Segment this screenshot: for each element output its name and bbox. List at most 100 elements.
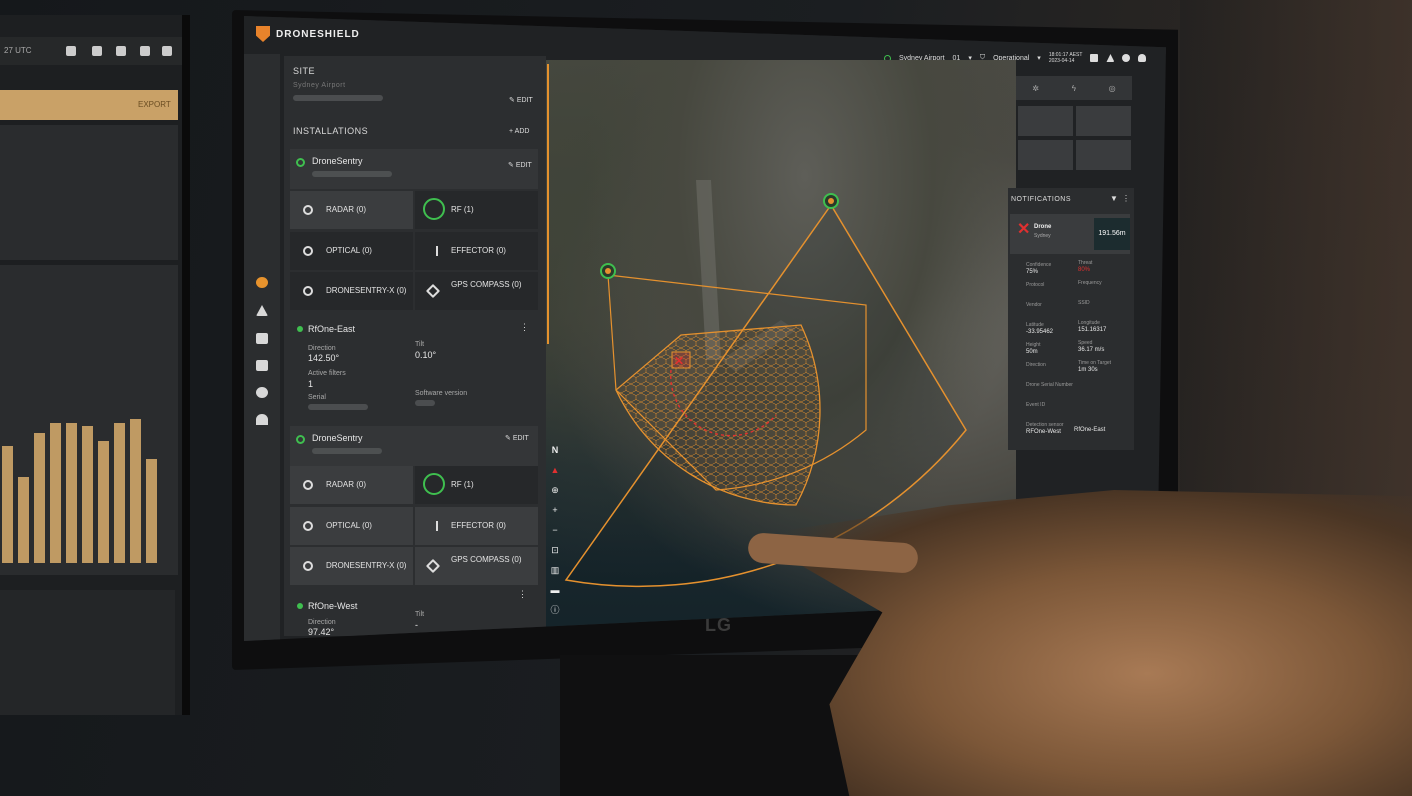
locate-icon[interactable]: ⊕ — [548, 480, 562, 500]
control-tabs: ✲ ϟ ◎ — [1016, 76, 1132, 100]
sensor-label: DRONESENTRY-X (0) — [326, 286, 407, 295]
add-label: ADD — [514, 128, 530, 135]
alert-search-icon[interactable] — [256, 305, 268, 316]
fingerprint-tab-icon[interactable]: ◎ — [1109, 84, 1116, 93]
sensor-tile-optical[interactable]: OPTICAL (0) — [290, 507, 413, 545]
settings-icon[interactable] — [140, 46, 150, 56]
rf-sensor-card-east[interactable]: RfOne-East ⋮ Direction 142.50° Tilt 0.10… — [290, 314, 538, 426]
sensor-tile-radar[interactable]: RADAR (0) — [290, 466, 413, 504]
screenshot-icon[interactable]: ⊡ — [548, 540, 562, 560]
rf-icon — [423, 473, 445, 495]
rf-icon — [423, 198, 445, 220]
secondary-monitor: 27 UTC EXPORT — [0, 15, 190, 715]
chart-bar — [50, 423, 61, 563]
frequency-label: Frequency — [1078, 280, 1102, 286]
installation-name: DroneSentry — [312, 433, 363, 443]
export-button[interactable]: EXPORT — [0, 90, 178, 120]
more-icon[interactable]: ⋮ — [518, 589, 527, 600]
secondary-bar-chart — [0, 383, 172, 563]
longitude-label: Longitude — [1078, 320, 1100, 326]
optical-icon — [303, 246, 313, 256]
right-panel: ✲ ϟ ◎ NOTIFICATIONS ▼ ⋮ ✕ Drone Sydney 1… — [1008, 60, 1166, 480]
map-icon[interactable] — [256, 333, 268, 344]
map-layers-icon[interactable]: ▥ — [548, 560, 562, 580]
alert-icon[interactable] — [92, 46, 102, 56]
time-on-target-value: 1m 30s — [1078, 367, 1098, 373]
longitude-value: 151.16317 — [1078, 327, 1107, 333]
brand-name: DRONESHIELD — [276, 28, 360, 40]
camera-icon[interactable] — [256, 360, 268, 371]
chart-bar — [146, 459, 157, 563]
confidence-value: 75% — [1026, 269, 1039, 275]
sensor-tile-dronesentry-x[interactable]: DRONESENTRY-X (0) — [290, 272, 413, 310]
chart-bar — [98, 441, 109, 563]
help-icon[interactable] — [66, 46, 76, 56]
serial-number-label: Drone Serial Number — [1026, 382, 1073, 388]
drone-threat-icon: ✕ — [1017, 221, 1031, 238]
sensor-label: GPS COMPASS (0) — [451, 280, 522, 289]
wifi-icon[interactable] — [256, 414, 268, 425]
sensor-tile-optical[interactable]: OPTICAL (0) — [290, 232, 413, 270]
compass-arrow-icon[interactable]: ▲ — [548, 460, 562, 480]
chart-bar — [34, 433, 45, 563]
user-icon[interactable] — [162, 46, 172, 56]
effector-tab-icon[interactable]: ϟ — [1072, 84, 1076, 93]
notification-distance: 191.56m — [1094, 218, 1130, 250]
pie-chart-icon[interactable] — [256, 387, 268, 398]
sensor-tile-effector[interactable]: EFFECTOR (0) — [415, 507, 538, 545]
latitude-label: Latitude — [1026, 322, 1044, 328]
filters-value: 1 — [308, 379, 314, 389]
installation-coordinates — [312, 448, 382, 454]
chart-bar — [18, 477, 29, 563]
more-icon[interactable]: ⋮ — [520, 322, 529, 333]
notification-card[interactable]: ✕ Drone Sydney 191.56m — [1010, 214, 1130, 254]
settings-icon[interactable] — [256, 277, 268, 288]
edit-label: EDIT — [512, 435, 529, 442]
sensor-tile-rf[interactable]: RF (1) — [415, 466, 538, 504]
height-value: 50m — [1026, 349, 1038, 355]
chart-bar — [66, 423, 77, 563]
serial-value — [308, 404, 368, 410]
edit-installation-button[interactable]: ✎ EDIT — [508, 161, 532, 169]
installation-header[interactable]: DroneSentry ✎ EDIT — [290, 149, 538, 189]
sensor-tile-radar[interactable]: RADAR (0) — [290, 191, 413, 229]
edit-installation-button[interactable]: ✎ EDIT — [505, 434, 529, 442]
edit-label: EDIT — [515, 162, 532, 169]
drone-x-icon: ✕ — [674, 354, 684, 368]
notification-title: Drone — [1034, 224, 1052, 230]
status-dot — [297, 603, 303, 609]
control-button[interactable] — [1018, 140, 1073, 170]
control-button[interactable] — [1076, 106, 1131, 136]
zoom-out-button[interactable]: − — [548, 520, 562, 540]
sensor-label: RF (1) — [451, 480, 474, 489]
ruler-icon[interactable]: ▬ — [548, 580, 562, 600]
document-icon[interactable] — [116, 46, 126, 56]
notifications-title: NOTIFICATIONS — [1011, 196, 1072, 203]
installation-header[interactable]: DroneSentry ✎ EDIT — [290, 426, 538, 466]
settings-tab-icon[interactable]: ✲ — [1032, 84, 1039, 93]
protocol-label: Protocol — [1026, 282, 1045, 288]
rf-sensor-name: RfOne-West — [308, 601, 358, 611]
tilt-label: Tilt — [415, 611, 425, 618]
add-installation-button[interactable]: + ADD — [509, 128, 529, 135]
info-icon[interactable]: ⓘ — [548, 600, 562, 620]
edit-label: EDIT — [516, 97, 533, 104]
sensor-tile-gps-compass[interactable]: GPS COMPASS (0) — [415, 272, 538, 310]
notifications-panel: NOTIFICATIONS ▼ ⋮ ✕ Drone Sydney 191.56m… — [1008, 188, 1134, 450]
sensor-tile-effector[interactable]: EFFECTOR (0) — [415, 232, 538, 270]
filter-icon[interactable]: ▼ — [1110, 194, 1118, 203]
chart-bar — [130, 419, 141, 563]
sensor-tile-rf[interactable]: RF (1) — [415, 191, 538, 229]
sensor-tile-gps-compass[interactable]: GPS COMPASS (0) — [415, 547, 538, 585]
zoom-in-button[interactable]: + — [548, 500, 562, 520]
more-icon[interactable]: ⋮ — [1122, 194, 1130, 203]
north-indicator[interactable]: N — [548, 440, 562, 460]
sensor-tile-dronesentry-x[interactable]: DRONESENTRY-X (0) — [290, 547, 413, 585]
tilt-value: - — [415, 620, 418, 630]
sensor-label: DRONESENTRY-X (0) — [326, 561, 407, 570]
sensor-label: OPTICAL (0) — [326, 246, 372, 255]
control-button[interactable] — [1018, 106, 1073, 136]
edit-site-button[interactable]: ✎ EDIT — [509, 96, 533, 104]
speed-value: 36.17 m/s — [1078, 347, 1105, 353]
control-button[interactable] — [1076, 140, 1131, 170]
